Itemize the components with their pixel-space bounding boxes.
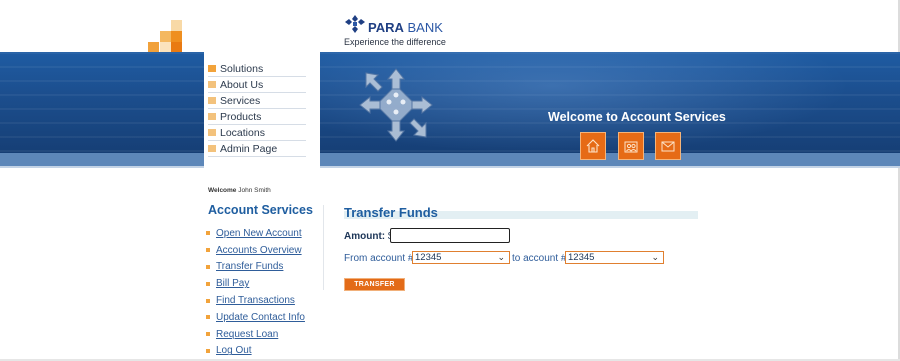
menu-item-admin-page[interactable]: Admin Page xyxy=(208,141,306,157)
header-welcome-title: Welcome to Account Services xyxy=(548,110,726,124)
nav-item-find-transactions: Find Transactions xyxy=(206,292,305,309)
menu-item-locations[interactable]: Locations xyxy=(208,125,306,141)
nav-item-bill-pay: Bill Pay xyxy=(206,275,305,292)
account-services-title: Account Services xyxy=(208,203,313,217)
bullet-icon xyxy=(208,97,216,104)
bullet-icon xyxy=(208,65,216,72)
column-divider xyxy=(323,205,324,290)
nav-item-accounts-overview: Accounts Overview xyxy=(206,242,305,259)
to-account-value: 12345 xyxy=(568,252,595,263)
logo-mark[interactable] xyxy=(148,20,192,54)
brand-name: PARA BANK xyxy=(368,20,443,35)
menu-item-label: Locations xyxy=(220,126,265,139)
bank-logo-icon xyxy=(345,15,365,33)
accounts-overview-link[interactable]: Accounts Overview xyxy=(216,245,302,256)
chevron-down-icon: ⌄ xyxy=(497,252,505,262)
transfer-button[interactable]: TRANSFER xyxy=(344,278,405,291)
bullet-icon xyxy=(208,145,216,152)
bullet-icon xyxy=(206,264,210,269)
about-icon xyxy=(624,141,638,153)
bullet-icon xyxy=(206,231,210,236)
bullet-icon xyxy=(208,81,216,88)
bullet-icon xyxy=(208,129,216,136)
find-transactions-link[interactable]: Find Transactions xyxy=(216,295,295,306)
bullet-icon xyxy=(206,248,210,253)
page-title: Transfer Funds xyxy=(344,205,438,220)
nav-item-update-contact-info: Update Contact Info xyxy=(206,309,305,326)
contact-icon xyxy=(661,141,675,152)
bullet-icon xyxy=(206,281,210,286)
bullet-icon xyxy=(206,298,210,303)
to-account-label: to account # xyxy=(512,253,567,264)
menu-item-label: Solutions xyxy=(220,62,264,75)
bullet-icon xyxy=(206,348,210,353)
transfer-funds-link[interactable]: Transfer Funds xyxy=(216,261,283,272)
nav-item-open-new-account: Open New Account xyxy=(206,225,305,242)
menu-item-label: Services xyxy=(220,94,261,107)
bullet-icon xyxy=(208,113,216,120)
network-graphic-icon xyxy=(359,68,433,142)
brand-tagline: Experience the difference xyxy=(344,37,446,47)
amount-input[interactable] xyxy=(390,228,510,243)
contact-button[interactable] xyxy=(655,132,681,160)
bullet-icon xyxy=(206,315,210,320)
header-band-edge xyxy=(0,166,900,168)
from-account-value: 12345 xyxy=(415,252,442,263)
user-welcome: Welcome John Smith xyxy=(208,187,271,194)
nav-item-request-loan: Request Loan xyxy=(206,326,305,343)
from-account-select[interactable]: 12345 ⌄ xyxy=(412,251,510,264)
home-button[interactable] xyxy=(580,132,606,160)
menu-item-label: About Us xyxy=(220,78,264,91)
about-button[interactable] xyxy=(618,132,644,160)
home-icon xyxy=(586,139,600,153)
menu-item-label: Admin Page xyxy=(220,142,278,155)
menu-item-solutions[interactable]: Solutions xyxy=(208,61,306,77)
nav-item-transfer-funds: Transfer Funds xyxy=(206,259,305,276)
nav-item-log-out: Log Out xyxy=(206,343,305,360)
chevron-down-icon: ⌄ xyxy=(651,252,659,262)
menu-item-about-us[interactable]: About Us xyxy=(208,77,306,93)
account-services-nav: Open New Account Accounts Overview Trans… xyxy=(206,225,305,359)
menu-item-services[interactable]: Services xyxy=(208,93,306,109)
menu-item-label: Products xyxy=(220,110,262,123)
bill-pay-link[interactable]: Bill Pay xyxy=(216,278,249,289)
menu-item-products[interactable]: Products xyxy=(208,109,306,125)
from-account-label: From account # xyxy=(344,253,414,264)
open-new-account-link[interactable]: Open New Account xyxy=(216,228,302,239)
amount-label: Amount: $ xyxy=(344,231,393,242)
header-band-base xyxy=(0,153,900,166)
log-out-link[interactable]: Log Out xyxy=(216,345,252,356)
request-loan-link[interactable]: Request Loan xyxy=(216,329,278,340)
update-contact-info-link[interactable]: Update Contact Info xyxy=(216,312,305,323)
top-menu: Solutions About Us Services Products Loc… xyxy=(208,61,306,157)
to-account-select[interactable]: 12345 ⌄ xyxy=(565,251,664,264)
bullet-icon xyxy=(206,332,210,337)
